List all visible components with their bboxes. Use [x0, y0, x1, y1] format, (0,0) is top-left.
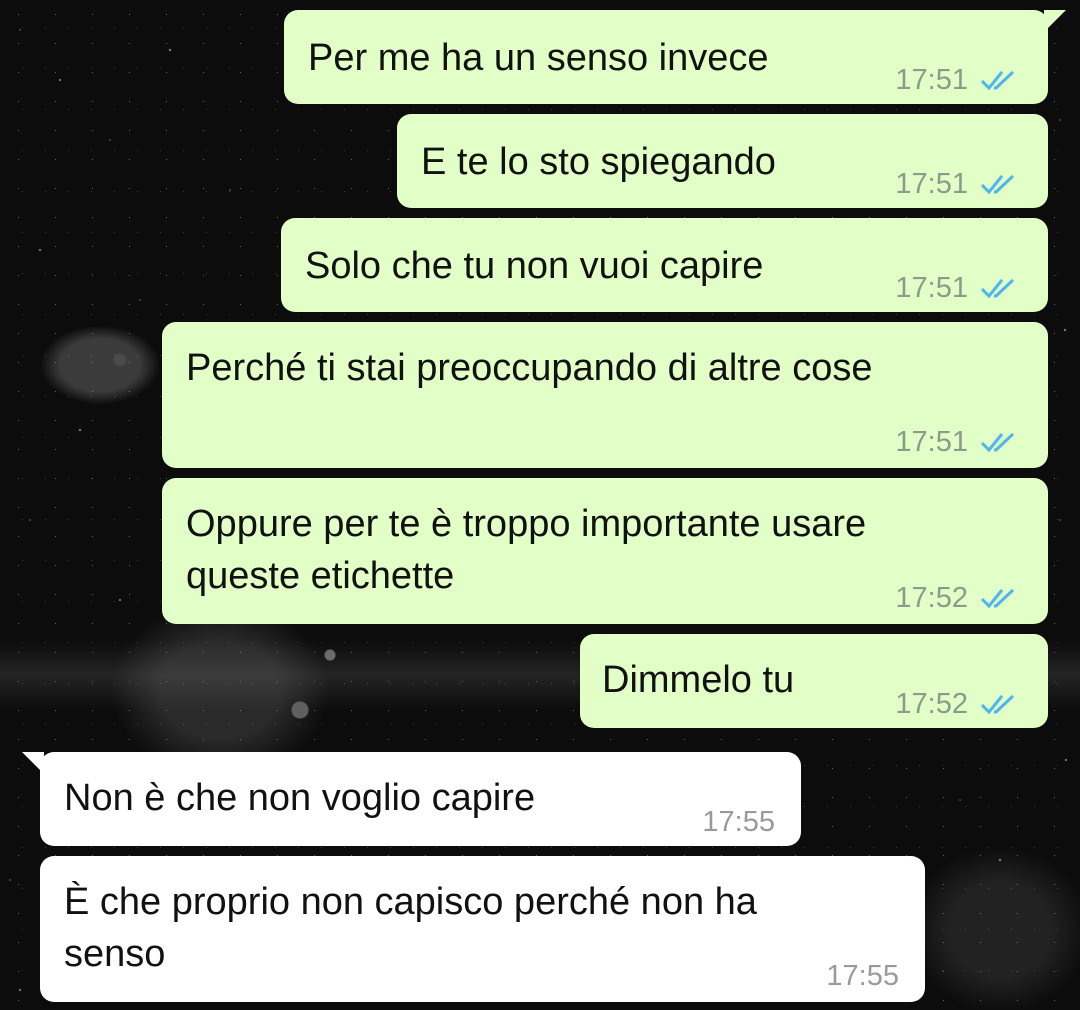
double-check-icon [980, 588, 1015, 609]
message-time: 17:51 [895, 64, 968, 96]
message-text: Perché ti stai preoccupando di altre cos… [186, 347, 873, 389]
message-time: 17:51 [895, 426, 968, 458]
message-outgoing[interactable]: Solo che tu non vuoi capire 17:51 [281, 218, 1048, 312]
message-text: Solo che tu non vuoi capire [305, 245, 764, 287]
message-meta: 17:52 [895, 678, 1022, 730]
message-time: 17:51 [895, 272, 968, 304]
message-text: Oppure per te è troppo importante usare … [186, 503, 867, 597]
bubble-tail [22, 752, 44, 774]
message-time: 17:55 [702, 806, 775, 838]
message-incoming[interactable]: Non è che non voglio capire 17:55 [22, 752, 801, 848]
message-meta: 17:55 [702, 796, 775, 848]
message-text: Per me ha un senso invece [308, 37, 769, 79]
message-time: 17:51 [895, 168, 968, 200]
message-text: E te lo sto spiegando [421, 141, 776, 183]
message-outgoing[interactable]: Oppure per te è troppo importante usare … [162, 478, 1048, 624]
double-check-icon [980, 174, 1015, 195]
double-check-icon [980, 432, 1015, 453]
message-outgoing[interactable]: Per me ha un senso invece 17:51 [284, 10, 1066, 106]
message-meta: 17:51 [895, 158, 1022, 210]
double-check-icon [980, 278, 1015, 299]
message-text: Non è che non voglio capire [64, 777, 536, 819]
message-meta: 17:51 [895, 54, 1022, 106]
double-check-icon [980, 70, 1015, 91]
message-meta: 17:51 [895, 262, 1022, 314]
message-time: 17:52 [895, 582, 968, 614]
message-text: È che proprio non capisco perché non ha … [64, 881, 757, 975]
message-outgoing[interactable]: E te lo sto spiegando 17:51 [397, 114, 1048, 208]
message-text: Dimmelo tu [602, 659, 795, 701]
message-outgoing[interactable]: Perché ti stai preoccupando di altre cos… [162, 322, 1048, 468]
message-incoming[interactable]: È che proprio non capisco perché non ha … [40, 856, 925, 1002]
message-time: 17:52 [895, 688, 968, 720]
bubble-tail [1044, 10, 1066, 32]
message-meta: 17:51 [895, 416, 1022, 468]
message-meta: 17:52 [895, 572, 1022, 624]
message-time: 17:55 [826, 960, 899, 992]
message-outgoing[interactable]: Dimmelo tu 17:52 [580, 634, 1048, 728]
double-check-icon [980, 694, 1015, 715]
message-meta: 17:55 [826, 950, 899, 1002]
